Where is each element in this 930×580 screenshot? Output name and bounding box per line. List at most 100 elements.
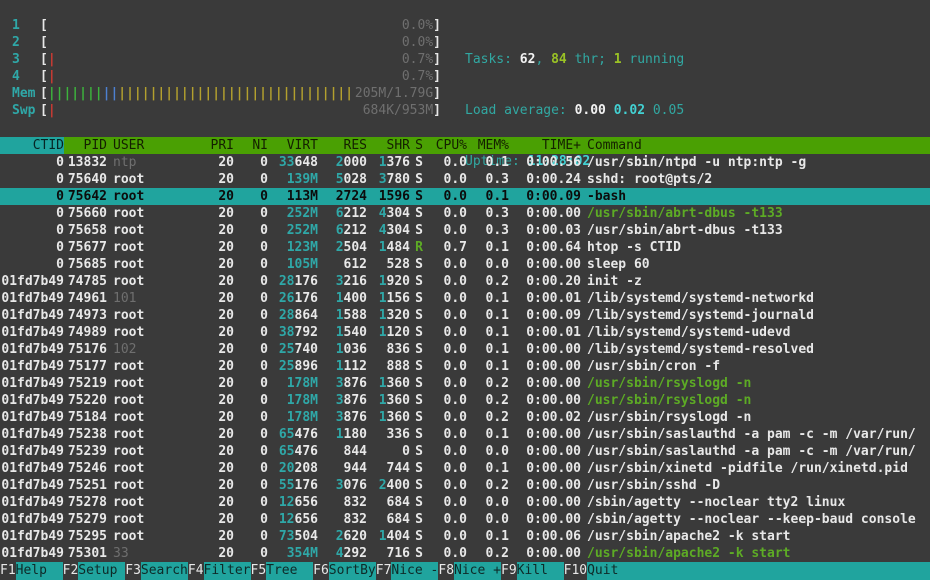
column-header-user[interactable]: USER	[107, 137, 195, 154]
thousands-prefix: 2	[378, 478, 387, 493]
cell-pri: 20	[218, 359, 234, 374]
process-row[interactable]: 0 75685 root 20 0 105M 612 528 S 0.0 0.0 0:00.00 sle…	[0, 256, 930, 273]
cell-res: 3076	[318, 477, 367, 494]
cell-ctid: 01fd7b49	[1, 410, 64, 425]
cell-user: ntp	[113, 155, 137, 170]
cell-pid: 75220	[67, 393, 107, 408]
cell-cpu: 0.0	[443, 172, 467, 187]
thousands-prefix: 1	[335, 342, 344, 357]
memory-size-value: 178M	[286, 376, 318, 391]
cell-s: S	[415, 223, 423, 238]
bar-segment-yellow: ||||||||||||||||||||||||||||||	[118, 86, 354, 101]
fn-search-button[interactable]: F3 Search	[125, 562, 188, 580]
column-header-s[interactable]: S	[410, 137, 423, 154]
fn-filter-button[interactable]: F4 Filter	[188, 562, 251, 580]
cell-res: 1588	[318, 307, 367, 324]
process-row[interactable]: 0 75658 root 20 0 252M 6212 4304 S 0.0 0.3 0:00.03/…	[0, 222, 930, 239]
memory-size-value: 252M	[286, 223, 318, 238]
process-row[interactable]: 01fd7b49 75279 root 20 0 12656 832 684 S 0.0 0.0 0:…	[0, 511, 930, 528]
cell-time: 0:00.03	[526, 223, 581, 238]
process-row[interactable]: 01fd7b49 75238 root 20 0 65476 1180 336 S 0.0 0.1 0…	[0, 426, 930, 443]
process-row[interactable]: 01fd7b49 75239 root 20 0 65476 844 0 S 0.0 0.0 0:00…	[0, 443, 930, 460]
number-suffix: 896	[294, 359, 318, 374]
fn-setup-button[interactable]: F2 Setup	[63, 562, 126, 580]
meter-close-bracket: ]	[433, 69, 441, 84]
cell-shr: 1360	[367, 392, 410, 409]
column-header-cmd[interactable]: Command	[581, 137, 930, 154]
process-row[interactable]: 01fd7b49 75176 102 20 0 25740 1036 836 S 0.0 0.1 0:…	[0, 341, 930, 358]
process-row[interactable]: 0 13832 ntp 20 0 33648 2000 1376 S 0.0 0.1 0:00.56/…	[0, 154, 930, 171]
cell-cmd: /usr/sbin/cron -f	[587, 359, 721, 374]
column-header-mem[interactable]: MEM%	[467, 137, 509, 154]
process-row[interactable]: 0 75660 root 20 0 252M 6212 4304 S 0.0 0.3 0:00.00/…	[0, 205, 930, 222]
process-row[interactable]: 01fd7b49 75278 root 20 0 12656 832 684 S 0.0 0.0 0:…	[0, 494, 930, 511]
column-header-pid[interactable]: PID	[64, 137, 107, 154]
column-header-pri[interactable]: PRI	[195, 137, 234, 154]
column-header-res[interactable]: RES	[318, 137, 367, 154]
fn-help-button[interactable]: F1 Help	[0, 562, 63, 580]
cell-s: S	[415, 393, 423, 408]
process-row[interactable]: 0 75640 root 20 0 139M 5028 3780 S 0.0 0.3 0:00.24 s…	[0, 171, 930, 188]
cell-cmd: /usr/sbin/apache2 -k start	[587, 546, 791, 561]
cell-cpu: 0.0	[443, 546, 467, 561]
meter-open-bracket: [	[40, 18, 48, 33]
number-suffix: 212	[343, 206, 367, 221]
process-row[interactable]: 01fd7b49 75177 root 20 0 25896 1112 888 S 0.0 0.1 0…	[0, 358, 930, 375]
cell-cmd: /usr/sbin/abrt-dbus -t133	[587, 223, 783, 238]
cell-mem: 0.2	[485, 393, 509, 408]
process-row[interactable]: 01fd7b49 75184 root 20 0 178M 3876 1360 S 0.0 0.2 0…	[0, 409, 930, 426]
column-header-time[interactable]: TIME+	[509, 137, 581, 154]
cell-s: S	[415, 342, 423, 357]
fn-key: F2	[62, 563, 79, 578]
cell-s: S	[415, 308, 423, 323]
cell-time: 0:00.00	[526, 359, 581, 374]
process-row[interactable]: 01fd7b49 75251 root 20 0 55176 3076 2400 S 0.0 0.2…	[0, 477, 930, 494]
cell-shr: 1404	[367, 528, 410, 545]
summary-text: thr;	[566, 52, 614, 67]
fn-nice--button[interactable]: F8 Nice +	[438, 562, 501, 580]
column-header-shr[interactable]: SHR	[367, 137, 410, 154]
cell-shr: 836	[386, 342, 410, 357]
cell-shr: 716	[386, 546, 410, 561]
fn-quit-button[interactable]: F10 Quit	[564, 562, 635, 580]
cell-res: 3216	[318, 273, 367, 290]
process-row[interactable]: 0 75642 root 20 0 113M 2724 1596 S 0.0 0.1 0:00.09-…	[0, 188, 930, 205]
cell-user: root	[113, 172, 145, 187]
process-row[interactable]: 01fd7b49 75301 33 20 0 354M 4292 716 S 0.0 0.2 0:00…	[0, 545, 930, 562]
process-row[interactable]: 01fd7b49 74961 101 20 0 26176 1400 1156 S 0.0 0.1 0…	[0, 290, 930, 307]
thousands-prefix: 65	[278, 444, 295, 459]
fn-sortby-button[interactable]: F6 SortBy	[313, 562, 376, 580]
cell-cpu: 0.0	[443, 223, 467, 238]
cpu-2-value: 0.0%	[401, 35, 434, 50]
fn-kill-button[interactable]: F9 Kill	[501, 562, 564, 580]
cell-cpu: 0.0	[443, 478, 467, 493]
cell-mem: 0.1	[485, 325, 509, 340]
cell-pri: 20	[218, 155, 234, 170]
process-row[interactable]: 01fd7b49 75219 root 20 0 178M 3876 1360 S 0.0 0.2 0…	[0, 375, 930, 392]
fn-key: F8	[438, 563, 455, 578]
number-suffix: 400	[386, 478, 410, 493]
column-header-cpu[interactable]: CPU%	[423, 137, 467, 154]
process-row[interactable]: 01fd7b49 75220 root 20 0 178M 3876 1360 S 0.0 0.2 0…	[0, 392, 930, 409]
process-row[interactable]: 01fd7b49 75246 root 20 0 20208 944 744 S 0.0 0.1 0:…	[0, 460, 930, 477]
column-header-ni[interactable]: NI	[234, 137, 268, 154]
process-row[interactable]: 01fd7b49 74785 root 20 0 28176 3216 1920 S 0.0 0.2…	[0, 273, 930, 290]
thousands-prefix: 2	[335, 240, 344, 255]
fn-tree-button[interactable]: F5 Tree	[251, 562, 314, 580]
number-suffix: 360	[386, 376, 410, 391]
cell-shr: 684	[386, 512, 410, 527]
number-suffix: 360	[386, 410, 410, 425]
cell-virt: 38792	[268, 324, 318, 341]
process-row[interactable]: 0 75677 root 20 0 123M 2504 1484 R 0.7 0.1 0:00.64 h…	[0, 239, 930, 256]
column-header-ctid[interactable]: CTID	[0, 137, 64, 154]
process-row[interactable]: 01fd7b49 75295 root 20 0 73504 2620 1404 S 0.0 0.1…	[0, 528, 930, 545]
cpu-3-bar-pipes: |	[48, 51, 56, 68]
fn-nice--button[interactable]: F7 Nice -	[376, 562, 439, 580]
cell-mem: 0.1	[485, 308, 509, 323]
column-header-virt[interactable]: VIRT	[268, 137, 318, 154]
function-key-bar: F1 Help F2 Setup F3 Search F4 Filter F5 Tree F6…	[0, 562, 930, 580]
process-row[interactable]: 01fd7b49 74973 root 20 0 28864 1588 1320 S 0.0 0.1…	[0, 307, 930, 324]
fn-key: F6	[313, 563, 329, 578]
fn-key: F7	[375, 563, 392, 578]
process-row[interactable]: 01fd7b49 74989 root 20 0 38792 1540 1120 S 0.0 0.1…	[0, 324, 930, 341]
